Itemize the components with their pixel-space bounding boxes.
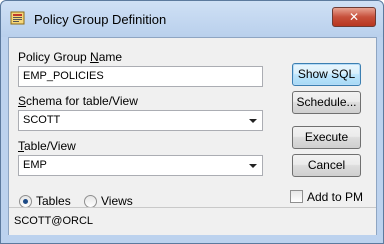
chevron-down-icon (249, 119, 257, 123)
add-to-pm-checkbox[interactable] (290, 190, 303, 203)
table-view-select[interactable]: EMP (18, 155, 263, 176)
status-bar: SCOTT@ORCL (9, 207, 376, 235)
app-icon (10, 11, 25, 25)
views-radio-label[interactable]: Views (101, 194, 133, 208)
policy-group-name-label: Policy Group Name (18, 50, 123, 64)
title-bar[interactable]: Policy Group Definition ✕ (1, 1, 383, 37)
close-icon: ✕ (348, 10, 360, 24)
tables-radio-label[interactable]: Tables (36, 194, 71, 208)
schema-select[interactable]: SCOTT (18, 110, 263, 131)
schema-value: SCOTT (23, 114, 61, 126)
cancel-button[interactable]: Cancel (292, 154, 361, 177)
execute-button[interactable]: Execute (292, 126, 361, 149)
schema-label: Schema for table/View (18, 94, 138, 108)
radio-selected-dot (23, 199, 28, 204)
table-view-label: Table/View (18, 139, 76, 153)
connection-status: SCOTT@ORCL (14, 215, 94, 227)
table-view-value: EMP (23, 159, 47, 171)
dialog-body: Policy Group Name EMP_POLICIES Schema fo… (8, 37, 377, 235)
policy-group-name-input[interactable]: EMP_POLICIES (18, 66, 263, 87)
add-to-pm-label[interactable]: Add to PM (307, 190, 363, 204)
window-title: Policy Group Definition (34, 12, 167, 27)
chevron-down-icon (249, 164, 257, 168)
schedule-button[interactable]: Schedule... (292, 91, 361, 114)
close-button[interactable]: ✕ (332, 7, 376, 27)
show-sql-button[interactable]: Show SQL (292, 63, 361, 86)
policy-group-definition-window: Policy Group Definition ✕ Policy Group N… (0, 0, 384, 244)
policy-group-name-value: EMP_POLICIES (23, 70, 104, 82)
